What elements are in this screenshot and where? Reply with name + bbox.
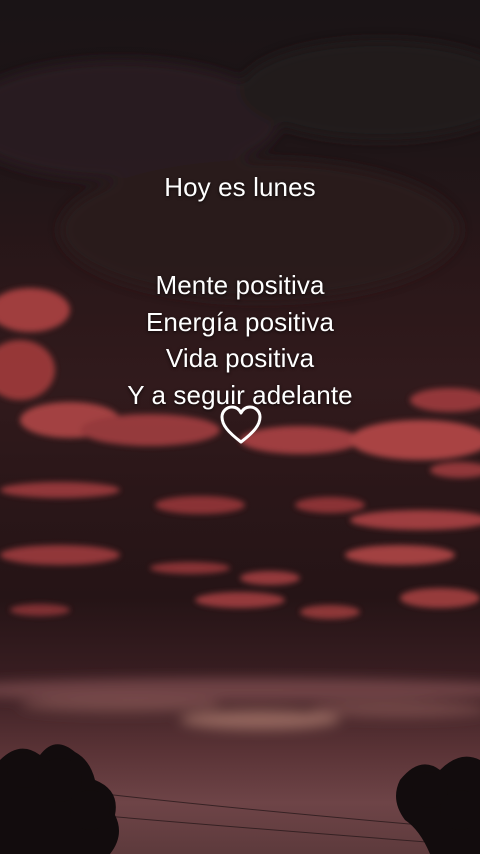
title-text: Hoy es lunes xyxy=(164,172,316,202)
quote-line-3: Vida positiva xyxy=(165,343,315,373)
quote-line-1: Mente positiva xyxy=(155,270,325,300)
heart-outline-icon xyxy=(220,405,262,444)
sunset-background: Hoy es lunes Mente positiva Energía posi… xyxy=(0,0,480,854)
quote-line-2: Energía positiva xyxy=(145,307,335,337)
